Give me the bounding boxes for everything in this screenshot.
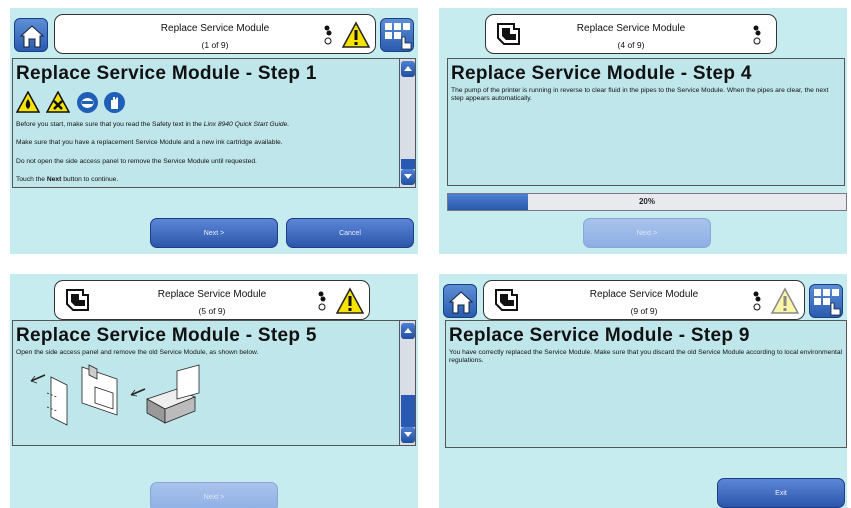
step-counter: (4 of 9): [617, 40, 645, 50]
status-icon: [753, 25, 761, 45]
step-heading: Replace Service Module - Step 4: [451, 63, 752, 84]
step-heading: Replace Service Module - Step 1: [16, 63, 317, 84]
eye-protection-icon: [76, 92, 98, 113]
scroll-down-button[interactable]: [401, 169, 415, 185]
content-area: Replace Service Module - Step 1 Before y…: [12, 58, 416, 188]
warning-text-line: Do not open the side access panel to rem…: [16, 157, 257, 165]
content-area: Replace Service Module - Step 9 You have…: [445, 320, 847, 448]
cancel-button[interactable]: Cancel: [286, 218, 414, 248]
warning-icon[interactable]: [770, 287, 800, 315]
service-module-icon: [66, 289, 89, 311]
service-module-icon: [495, 289, 518, 311]
progress-label: 20%: [638, 197, 655, 206]
removal-diagram-image: [30, 364, 200, 426]
gloves-icon: [104, 92, 126, 113]
page-title: Replace Service Module: [576, 23, 686, 34]
title-box: Replace Service Module (5 of 9): [54, 280, 370, 320]
exit-button[interactable]: Exit: [717, 478, 845, 508]
progress-bar: 20%: [447, 193, 847, 211]
service-module-icon: [497, 23, 520, 45]
menu-grid-icon: [385, 23, 412, 50]
menu-grid-icon: [814, 289, 841, 316]
chevron-down-icon: [404, 174, 412, 179]
step5-panel: Replace Service Module (5 of 9) Replace …: [10, 274, 418, 508]
flammable-hazard-icon: [16, 91, 40, 113]
home-icon: [448, 291, 474, 314]
home-button[interactable]: [443, 284, 477, 318]
step-heading: Replace Service Module - Step 5: [16, 325, 317, 346]
scroll-down-button[interactable]: [401, 427, 415, 443]
step9-panel: Replace Service Module (9 of 9) Replace …: [439, 274, 847, 508]
content-area: Replace Service Module - Step 5 Open the…: [12, 320, 416, 446]
content-area: Replace Service Module - Step 4 The pump…: [447, 58, 845, 186]
title-box: Replace Service Module (4 of 9): [485, 14, 777, 54]
warning-icon[interactable]: [335, 287, 365, 315]
harmful-hazard-icon: [46, 91, 71, 113]
title-box: Replace Service Module (9 of 9): [483, 280, 805, 320]
replacement-text-line: Make sure that you have a replacement Se…: [16, 139, 283, 147]
step4-panel: Replace Service Module (4 of 9) Replace …: [439, 8, 847, 254]
next-button[interactable]: Next >: [150, 218, 278, 248]
step1-panel: Replace Service Module (1 of 9) Replace …: [10, 8, 418, 254]
warning-icon[interactable]: [341, 21, 371, 49]
home-icon: [19, 25, 45, 48]
status-icon: [318, 291, 326, 311]
safety-text-line: Before you start, make sure that you rea…: [16, 121, 290, 128]
scroll-up-button[interactable]: [401, 61, 415, 77]
safety-icons: [16, 91, 415, 115]
status-icon: [324, 25, 332, 45]
status-icon: [753, 291, 761, 311]
scroll-thumb[interactable]: [401, 395, 415, 427]
scrollbar[interactable]: [399, 321, 415, 445]
instruction-text-line: Touch the Next button to continue.: [16, 176, 119, 184]
home-button[interactable]: [14, 18, 48, 52]
step-heading: Replace Service Module - Step 9: [449, 325, 750, 346]
scrollbar[interactable]: [399, 59, 415, 187]
chevron-up-icon: [404, 328, 412, 333]
menu-button[interactable]: [380, 18, 414, 52]
scroll-thumb[interactable]: [401, 159, 415, 169]
chevron-down-icon: [404, 432, 412, 437]
step-description: You have correctly replaced the Service …: [449, 349, 843, 365]
chevron-up-icon: [404, 66, 412, 71]
menu-button[interactable]: [809, 284, 843, 318]
next-button[interactable]: Next >: [150, 482, 278, 508]
next-button[interactable]: Next >: [583, 218, 711, 248]
title-box: Replace Service Module (1 of 9): [54, 14, 376, 54]
step-description: The pump of the printer is running in re…: [451, 87, 829, 103]
scroll-up-button[interactable]: [401, 323, 415, 339]
